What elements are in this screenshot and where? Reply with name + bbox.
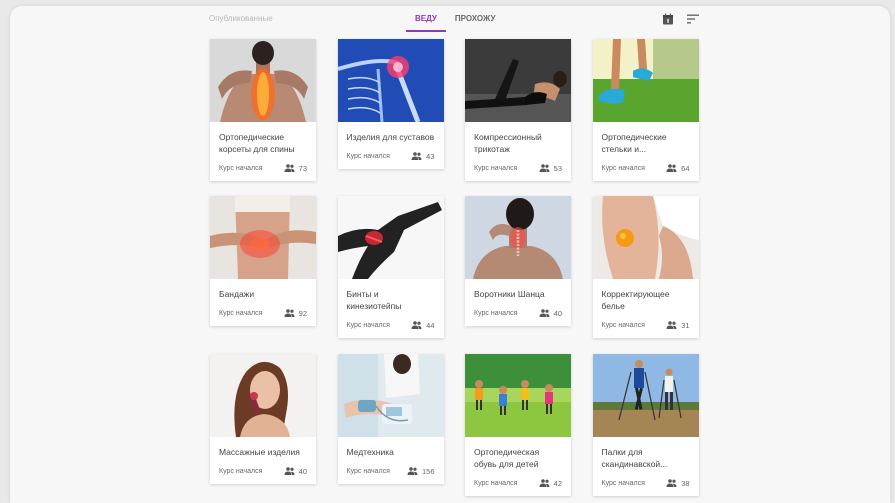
people-icon	[284, 309, 295, 317]
course-title: Корректирующее белье	[601, 289, 670, 311]
course-title: Ортопедические корсеты для спины	[219, 132, 295, 154]
people-icon	[666, 321, 677, 329]
people-icon	[284, 467, 295, 475]
people-icon	[666, 479, 677, 487]
course-image-neck-pain	[465, 196, 571, 279]
course-title: Воротники Шанца	[474, 289, 545, 299]
course-status: Курс начался	[601, 164, 645, 172]
course-title: Медтехника	[346, 447, 394, 457]
course-image-orange-thigh	[592, 196, 699, 279]
course-card[interactable]: Ортопедическая обувь для детей Курс нача…	[465, 354, 571, 496]
participant-count: 156	[421, 466, 435, 476]
course-image-shoulder-xray	[337, 39, 444, 122]
people-icon	[539, 164, 550, 172]
sort-icon[interactable]	[687, 14, 699, 24]
course-image-back-pain	[210, 39, 316, 122]
tabs: Веду Прохожу	[406, 6, 504, 34]
course-status: Курс начался	[474, 164, 518, 172]
participant-count: 40	[298, 466, 307, 476]
course-image-face-massager	[210, 354, 316, 437]
course-status: Курс начался	[346, 467, 390, 475]
course-image-abdomen-pain	[210, 196, 316, 279]
course-status: Курс начался	[219, 164, 263, 172]
participant-count: 42	[553, 478, 562, 488]
tab-attending[interactable]: Прохожу	[446, 6, 505, 31]
published-filter-label[interactable]: Опубликованные	[209, 14, 273, 23]
course-image-runner-shoulder	[337, 196, 444, 279]
course-image-kids-running	[465, 354, 571, 437]
participant-count: 43	[426, 151, 435, 161]
app-frame: Опубликованные Веду Прохожу	[10, 6, 890, 503]
course-image-nordic-walking	[592, 354, 699, 437]
course-card[interactable]: Корректирующее белье Курс начался 31	[592, 196, 699, 338]
course-grid: Ортопедические корсеты для спины Курс на…	[210, 39, 699, 496]
course-title: Бинты и кинезиотейпы	[346, 289, 402, 311]
participant-count: 40	[553, 308, 562, 318]
course-title: Изделия для суставов	[346, 132, 435, 142]
people-icon	[284, 164, 295, 172]
calendar-icon[interactable]	[662, 13, 674, 25]
people-icon	[539, 479, 550, 487]
top-bar: Опубликованные Веду Прохожу	[10, 6, 890, 38]
course-status: Курс начался	[601, 479, 645, 487]
course-title: Палки для скандинавской...	[601, 447, 668, 469]
participant-count: 92	[298, 308, 307, 318]
people-icon	[407, 467, 418, 475]
course-card[interactable]: Воротники Шанца Курс начался 40	[465, 196, 571, 326]
course-card[interactable]: Массажные изделия Курс начался 40	[210, 354, 316, 484]
participant-count: 73	[298, 163, 307, 173]
course-image-compression-legs	[465, 39, 571, 122]
course-card[interactable]: Ортопедические стельки и... Курс начался…	[592, 39, 699, 181]
people-icon	[411, 152, 422, 160]
participant-count: 38	[681, 478, 690, 488]
course-status: Курс начался	[474, 309, 518, 317]
course-image-blood-pressure	[337, 354, 444, 437]
course-status: Курс начался	[219, 309, 263, 317]
people-icon	[539, 309, 550, 317]
course-card[interactable]: Изделия для суставов Курс начался 43	[337, 39, 444, 169]
people-icon	[411, 321, 422, 329]
course-status: Курс начался	[346, 152, 390, 160]
course-title: Ортопедическая обувь для детей	[474, 447, 540, 469]
participant-count: 53	[553, 163, 562, 173]
course-card[interactable]: Медтехника Курс начался 156	[337, 354, 444, 484]
course-title: Компрессионный трикотаж	[474, 132, 542, 154]
course-card[interactable]: Бинты и кинезиотейпы Курс начался 44	[337, 196, 444, 338]
course-status: Курс начался	[219, 467, 263, 475]
course-title: Массажные изделия	[219, 447, 300, 457]
course-status: Курс начался	[474, 479, 518, 487]
course-card[interactable]: Палки для скандинавской... Курс начался …	[592, 354, 699, 496]
course-status: Курс начался	[346, 321, 390, 329]
course-image-running-feet	[592, 39, 699, 122]
course-card[interactable]: Компрессионный трикотаж Курс начался 53	[465, 39, 571, 181]
tab-leading[interactable]: Веду	[406, 6, 446, 32]
participant-count: 31	[681, 320, 690, 330]
course-status: Курс начался	[601, 321, 645, 329]
people-icon	[666, 164, 677, 172]
course-title: Бандажи	[219, 289, 255, 299]
course-card[interactable]: Ортопедические корсеты для спины Курс на…	[210, 39, 316, 181]
participant-count: 64	[681, 163, 690, 173]
participant-count: 44	[426, 320, 435, 330]
course-card[interactable]: Бандажи Курс начался 92	[210, 196, 316, 326]
course-title: Ортопедические стельки и...	[601, 132, 667, 154]
